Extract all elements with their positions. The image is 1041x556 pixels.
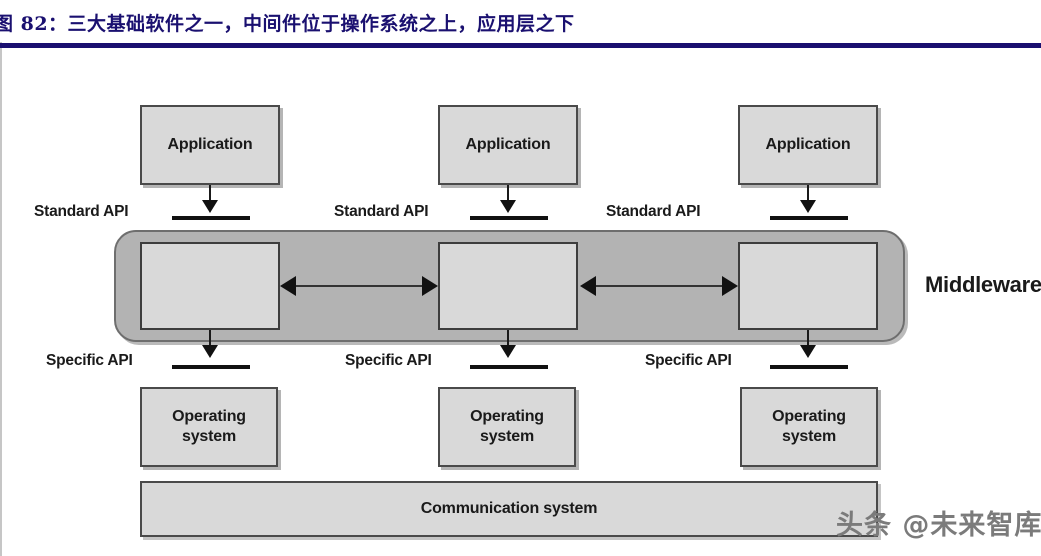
operating-system-box-2: Operating system [438,387,576,467]
standard-api-label-3: Standard API [606,203,701,220]
middleware-node-1 [140,242,280,330]
arrow-left-icon-link-2-3 [580,276,596,296]
arrow-down-icon-specific-api-3 [800,345,816,358]
arrow-down-icon-specific-api-1 [202,345,218,358]
os-label-line1-1: Operating [172,408,246,425]
standard-api-bar-1 [172,216,250,220]
os-label-line2-1: system [182,428,236,445]
standard-api-label-1: Standard API [34,203,129,220]
standard-api-label-2: Standard API [334,203,429,220]
standard-api-bar-2 [470,216,548,220]
arrow-right-icon-link-1-2 [422,276,438,296]
os-label-line1-3: Operating [772,408,846,425]
middleware-label: Middleware [925,272,1041,297]
communication-system-bar: Communication system [140,481,878,537]
arrow-down-icon-standard-api-2 [500,200,516,213]
os-label-line1-2: Operating [470,408,544,425]
arrow-right-icon-link-2-3 [722,276,738,296]
specific-api-bar-2 [470,365,548,369]
specific-api-label-3: Specific API [645,352,732,369]
operating-system-box-1: Operating system [140,387,278,467]
arrow-down-icon-standard-api-1 [202,200,218,213]
application-box-2: Application [438,105,578,185]
arrow-left-icon-link-1-2 [280,276,296,296]
title-divider-rule [0,43,1041,48]
middleware-link-line-1-2 [294,285,422,287]
figure-page: 图 82：三大基础软件之一，中间件位于操作系统之上，应用层之下 Applicat… [0,0,1041,556]
middleware-node-3 [738,242,878,330]
operating-system-box-3: Operating system [740,387,878,467]
figure-title: 图 82：三大基础软件之一，中间件位于操作系统之上，应用层之下 [0,13,575,35]
os-label-line2-3: system [782,428,836,445]
specific-api-label-2: Specific API [345,352,432,369]
page-left-border [0,42,2,556]
specific-api-label-1: Specific API [46,352,133,369]
middleware-node-2 [438,242,578,330]
watermark: 头条 @未来智库 [836,510,1041,541]
application-box-3: Application [738,105,878,185]
arrow-down-icon-specific-api-2 [500,345,516,358]
specific-api-bar-1 [172,365,250,369]
arrow-down-icon-standard-api-3 [800,200,816,213]
middleware-link-line-2-3 [594,285,722,287]
standard-api-bar-3 [770,216,848,220]
specific-api-bar-3 [770,365,848,369]
os-label-line2-2: system [480,428,534,445]
application-box-1: Application [140,105,280,185]
